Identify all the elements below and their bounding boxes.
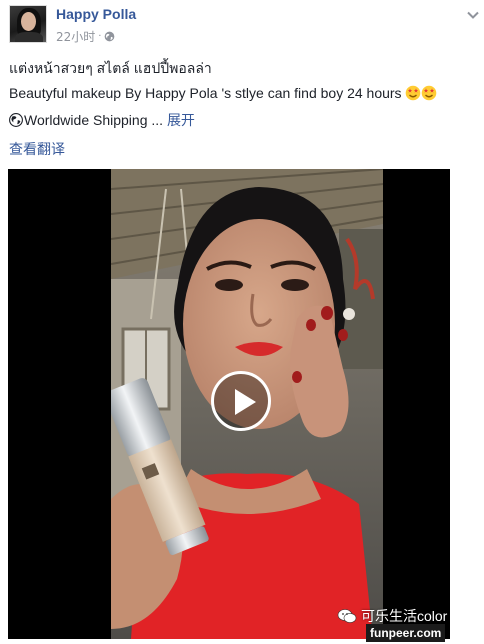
play-icon [235,389,256,415]
avatar[interactable] [9,5,47,43]
see-translation-link[interactable]: 查看翻译 [9,139,65,159]
video-player[interactable] [8,169,450,639]
post-text-thai: แต่งหน้าสวยๆ สไตล์ แฮปปี้พอลล่า [9,60,212,76]
post-time[interactable]: 22小时 [56,28,95,45]
post-text-shipping: Worldwide Shipping ... 展开 [9,110,195,130]
globe-icon [105,31,115,42]
wechat-icon [337,609,357,623]
earth-icon [9,113,23,127]
watermark: 可乐生活color [337,606,447,626]
play-button[interactable] [211,371,271,431]
post-text-english: Beautyful makeup By Happy Pola 's stlye … [9,85,437,101]
author-name[interactable]: Happy Polla [56,6,136,22]
facebook-post: Happy Polla 22小时 · แต่งหน้าสวยๆ สไตล์ แฮ… [0,0,484,644]
expand-link[interactable]: 展开 [167,110,195,130]
meta-separator: · [98,31,102,42]
ellipsis: ... [147,112,167,128]
star-struck-emoji [406,85,421,101]
chevron-down-icon[interactable] [465,7,481,23]
shipping-text: Worldwide Shipping [24,112,148,128]
star-struck-emoji [422,85,437,101]
post-text-english-body: Beautyful makeup By Happy Pola 's stlye … [9,85,402,101]
watermark-brand: 可乐生活color [361,608,448,624]
post-meta: 22小时 · [56,28,115,45]
watermark-site: funpeer.com [366,624,446,642]
